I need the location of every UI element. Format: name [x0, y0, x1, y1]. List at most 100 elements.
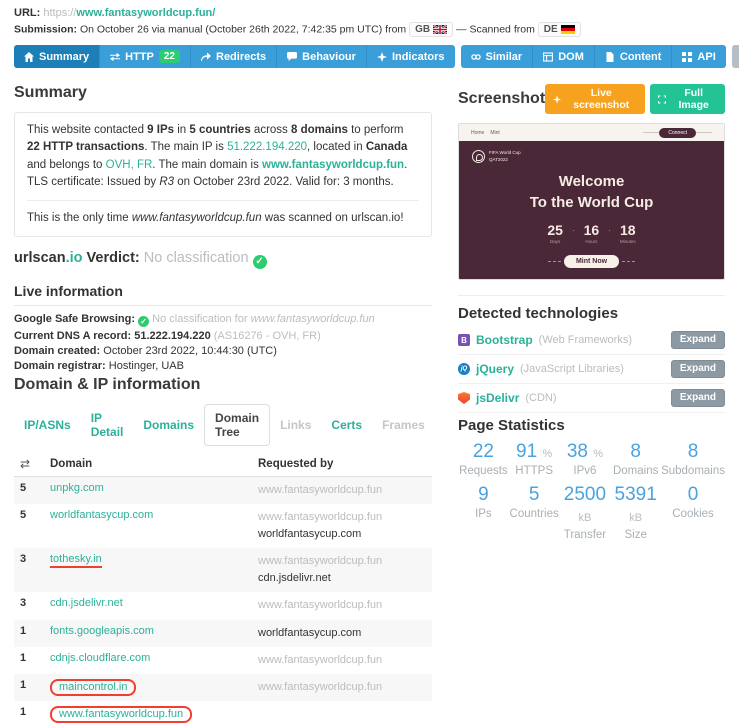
tab-dom[interactable]: DOM	[532, 45, 594, 68]
tab-api[interactable]: API	[671, 45, 726, 68]
expand-button[interactable]: Expand	[670, 389, 725, 407]
request-count: 1	[20, 678, 27, 691]
domain-tree-row: 3 tothesky.in www.fantasyworldcup.fun cdn.j…	[14, 548, 432, 593]
stat-https: 91 % HTTPS	[515, 441, 553, 477]
requester-domain: www.fantasyworldcup.fun	[258, 555, 383, 568]
jquery-icon: jQ	[458, 363, 470, 375]
bootstrap-icon: B	[458, 334, 470, 346]
inline-link[interactable]: www.fantasyworldcup.fun	[262, 159, 404, 171]
expand-button[interactable]: Expand	[670, 331, 725, 349]
created-label: Domain created:	[14, 345, 101, 358]
technology-category: (JavaScript Libraries)	[520, 363, 624, 375]
expand-button[interactable]: Expand	[670, 360, 725, 378]
requested-by-cell: www.fantasyworldcup.fun	[252, 647, 432, 674]
behaviour-icon	[287, 51, 298, 61]
inline-link[interactable]: 51.222.194.220	[227, 141, 307, 153]
site-screenshot[interactable]: Home Mint Connect FIFA World Cup QAT2022 W…	[458, 123, 725, 280]
subtab-ip-asns[interactable]: IP/ASNs	[14, 412, 81, 438]
domain-link[interactable]: cdnjs.cloudflare.com	[50, 652, 150, 664]
request-count: 5	[20, 509, 27, 522]
request-count-icon[interactable]: ⇄	[20, 457, 30, 471]
inline-link[interactable]: OVH, FR	[106, 159, 153, 171]
domain-link[interactable]: www.fantasyworldcup.fun	[50, 705, 193, 723]
tab-content[interactable]: Content	[593, 45, 672, 68]
tab-label: Behaviour	[302, 50, 356, 63]
gsb-label: Google Safe Browsing:	[14, 313, 136, 326]
request-count: 1	[20, 624, 27, 637]
stat-countries: 5 Countries	[509, 483, 559, 520]
domain-link[interactable]: fonts.googleapis.com	[50, 625, 154, 637]
tab-http[interactable]: HTTP 22	[99, 45, 190, 68]
registrar-line: Domain registrar: Hostinger, UAB	[14, 360, 432, 372]
tab-indicators[interactable]: Indicators	[365, 45, 455, 68]
stat-ips: 9 IPs	[475, 483, 492, 520]
text-segment: R3	[159, 175, 175, 188]
jsdelivr-icon	[458, 392, 470, 404]
redirect-icon	[201, 51, 211, 61]
requested-by-cell	[252, 701, 432, 728]
similar-icon	[470, 53, 481, 60]
subtab-certs[interactable]: Certs	[321, 412, 372, 438]
text-segment: Canada	[365, 141, 408, 154]
domain-link[interactable]: maincontrol.in	[50, 678, 137, 696]
domain-tree-row: 1 www.fantasyworldcup.fun	[14, 701, 432, 728]
stat-ipv6: 38 % IPv6	[566, 441, 604, 477]
domain-ip-heading: Domain & IP information	[14, 376, 201, 394]
tab-verdicts[interactable]: Verdicts	[731, 45, 739, 68]
full-image-button[interactable]: Full Image	[650, 84, 725, 114]
requester-domain: worldfantasycup.com	[258, 528, 362, 541]
requester-domain: www.fantasyworldcup.fun	[258, 511, 383, 524]
technology-row: B Bootstrap (Web Frameworks) Expand	[458, 326, 725, 355]
tab-redirects[interactable]: Redirects	[190, 45, 277, 68]
summary-heading: Summary	[14, 84, 87, 101]
submission-text: On October 26 via manual (October 26th 2…	[79, 23, 407, 36]
summary-panel: This website contacted 9 IPs in 5 countr…	[14, 112, 432, 238]
requester-domain: worldfantasycup.com	[258, 626, 362, 639]
stat-requests: 22 Requests	[459, 441, 508, 477]
request-count: 5	[20, 482, 27, 495]
gb-flag-icon	[433, 25, 448, 34]
scanned-url-link[interactable]: www.fantasyworldcup.fun/	[76, 7, 215, 19]
worldcup-logo: FIFA World Cup QAT2022	[472, 150, 521, 163]
url-scheme: https://	[43, 7, 77, 19]
domain-link[interactable]: cdn.jsdelivr.net	[50, 597, 123, 609]
technology-category: (CDN)	[525, 392, 557, 404]
live-screenshot-button[interactable]: Live screenshot	[545, 84, 646, 114]
text-segment: was scanned on urlscan.io!	[261, 212, 404, 224]
technology-row: jsDelivr (CDN) Expand	[458, 384, 725, 413]
submission-line: Submission: On October 26 via manual (Oc…	[14, 22, 725, 37]
domain-tree-row: 1 fonts.googleapis.com worldfantasycup.com	[14, 619, 432, 647]
domain-link[interactable]: worldfantasycup.com	[50, 509, 153, 521]
subtab-domains[interactable]: Domains	[133, 412, 204, 438]
text-segment: and belongs to	[27, 158, 106, 171]
tab-summary[interactable]: Summary	[14, 45, 100, 68]
domain-link[interactable]: tothesky.in	[50, 553, 102, 569]
tab-label: Similar	[485, 50, 523, 63]
site-nav-item: Home	[471, 129, 485, 136]
technology-name[interactable]: Bootstrap	[476, 333, 533, 347]
subtab-ip-detail[interactable]: IP Detail	[81, 405, 134, 445]
page-statistics-heading: Page Statistics	[458, 417, 565, 434]
dom-icon	[543, 51, 554, 62]
created-value: October 23rd 2022, 10:44:30 (UTC)	[103, 345, 277, 358]
scanner-country-code: DE	[543, 24, 558, 35]
subtab-links: Links	[280, 418, 312, 433]
site-countdown: 25 Days · 16 Hours · 18 Minutes	[459, 222, 724, 244]
http-count-badge: 22	[158, 50, 180, 63]
url-line: URL: https://www.fantasyworldcup.fun/	[14, 7, 725, 19]
subtab-domain-tree[interactable]: Domain Tree	[204, 404, 271, 447]
domain-tree-row: 5 worldfantasycup.com www.fantasyworldcup.…	[14, 504, 432, 548]
technology-name[interactable]: jQuery	[476, 362, 514, 376]
tab-similar[interactable]: Similar	[460, 45, 533, 68]
domain-link[interactable]: unpkg.com	[50, 482, 104, 494]
tab-behaviour[interactable]: Behaviour	[276, 45, 366, 68]
requested-by-cell: www.fantasyworldcup.fun worldfantasycup.c…	[252, 504, 432, 548]
tab-label: DOM	[558, 50, 584, 63]
subtab-frames: Frames	[382, 418, 425, 433]
technology-name[interactable]: jsDelivr	[476, 391, 519, 405]
screenshot-column: Screenshot Live screenshot Full Image Ho…	[458, 80, 725, 541]
submitter-country-code: GB	[415, 24, 431, 35]
stat-size: 5391 kB Size	[614, 483, 657, 541]
gsb-text: No classification for	[152, 313, 251, 326]
stat-transfer: 2500 kB Transfer	[563, 483, 607, 541]
